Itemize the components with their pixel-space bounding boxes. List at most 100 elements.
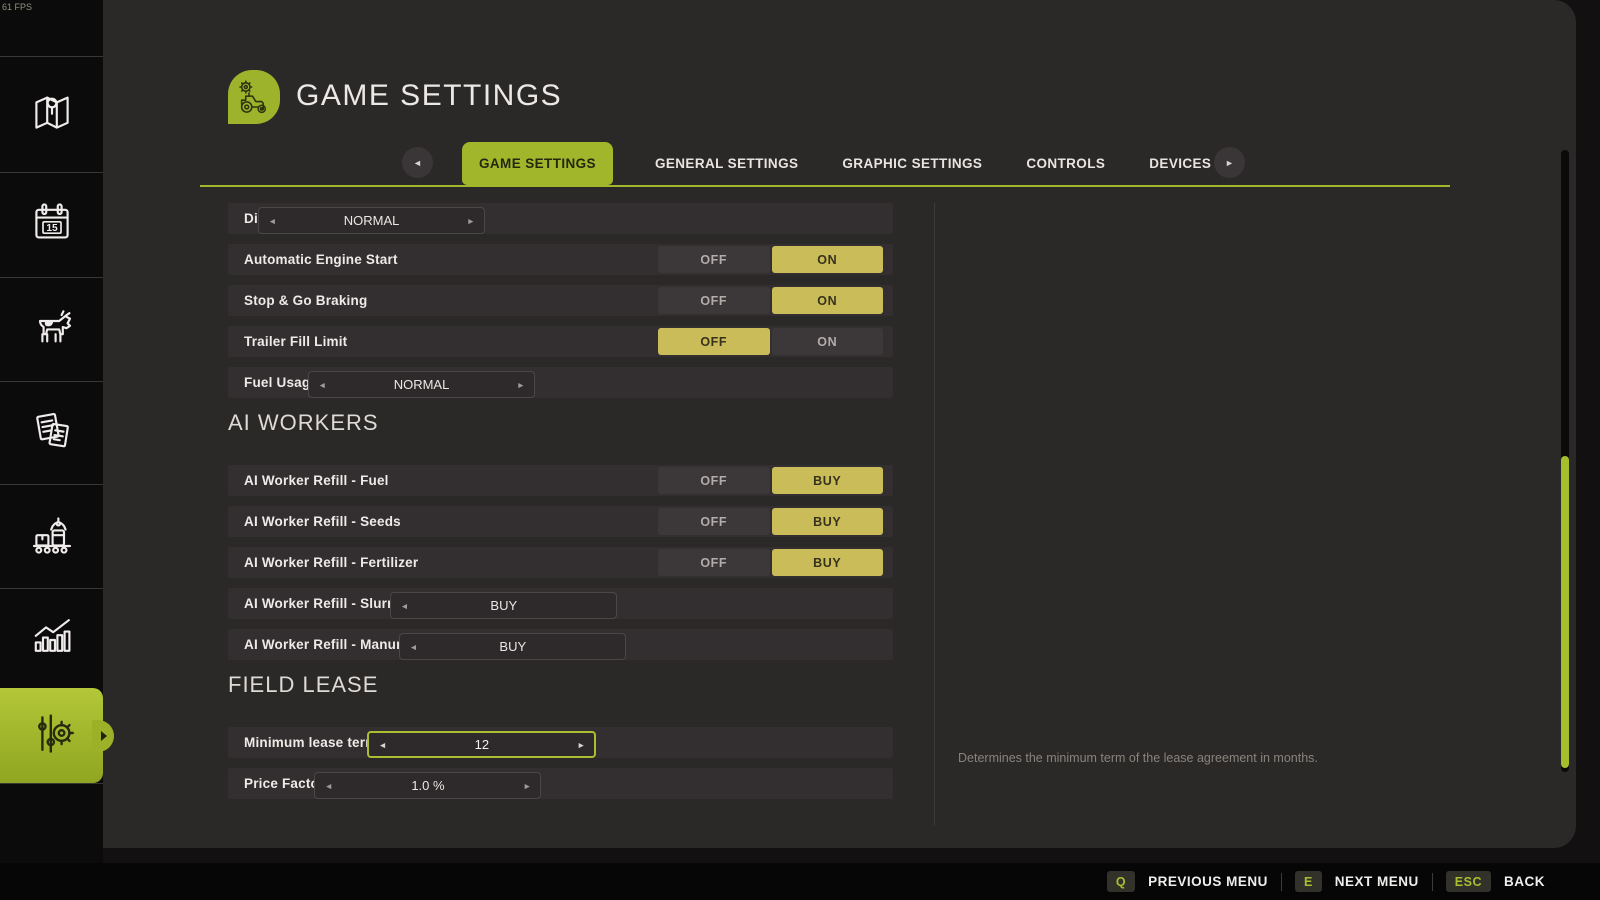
stepper-value: NORMAL xyxy=(393,377,450,392)
stepper-value: BUY xyxy=(490,598,518,613)
sidebar-item-production[interactable] xyxy=(0,485,103,588)
setting-label: Minimum lease term xyxy=(244,735,378,750)
stepper-left-arrow-icon[interactable]: ◄ xyxy=(409,634,417,659)
tabs-scroll-right-button[interactable]: ► xyxy=(1214,147,1245,178)
cow-icon xyxy=(28,303,76,356)
setting-label: Fuel Usage xyxy=(244,375,319,390)
footer-separator xyxy=(1280,872,1282,891)
key-badge-q: Q xyxy=(1106,871,1136,892)
settings-list: Dirt ◄ NORMAL ► Automatic Engine Start OFF ON S… xyxy=(228,203,893,809)
section-heading-ai-workers: AI WORKERS xyxy=(228,410,379,435)
sidebar-item-contracts[interactable] xyxy=(0,382,103,484)
right-triangle-icon xyxy=(101,730,107,741)
documents-icon xyxy=(28,407,76,460)
setting-label: Price Factor xyxy=(244,776,325,791)
stepper-left-arrow-icon[interactable]: ◄ xyxy=(318,372,326,397)
toggle-option-off[interactable]: OFF xyxy=(658,508,770,535)
stepper-right-arrow-icon[interactable]: ► xyxy=(523,773,531,798)
stepper-minimum-lease-term[interactable]: ◄ 12 ► xyxy=(367,731,597,758)
stepper-ai-worker-refill-manure[interactable]: ◄ BUY xyxy=(399,633,627,660)
sidebar-divider xyxy=(0,783,103,784)
setting-label: AI Worker Refill - Slurry xyxy=(244,596,401,611)
toggle-option-off[interactable]: OFF xyxy=(658,328,770,355)
stepper-value: 1.0 % xyxy=(411,778,445,793)
toggle-automatic-engine-start: OFF ON xyxy=(658,246,883,273)
section-heading-field-lease: FIELD LEASE xyxy=(228,672,379,697)
stepper-value: 12 xyxy=(474,737,490,752)
toggle-stop-go-braking: OFF ON xyxy=(658,287,883,314)
footer-action-bar: Q PREVIOUS MENU E NEXT MENU ESC BACK xyxy=(0,863,1600,900)
fps-counter: 61 FPS xyxy=(2,2,33,12)
footer-action-previous-menu[interactable]: PREVIOUS MENU xyxy=(1148,874,1268,889)
setting-row-ai-worker-refill-seeds: AI Worker Refill - Seeds OFF BUY xyxy=(228,506,893,537)
stepper-fuel-usage[interactable]: ◄ NORMAL ► xyxy=(308,371,536,398)
toggle-option-off[interactable]: OFF xyxy=(658,246,770,273)
tab-general-settings[interactable]: GENERAL SETTINGS xyxy=(653,142,800,185)
toggle-option-off[interactable]: OFF xyxy=(658,287,770,314)
footer-action-next-menu[interactable]: NEXT MENU xyxy=(1335,874,1419,889)
setting-row-stop-go-braking: Stop & Go Braking OFF ON xyxy=(228,285,893,316)
setting-label: AI Worker Refill - Manure xyxy=(244,637,410,652)
sidebar-item-map[interactable] xyxy=(0,57,103,172)
production-icon xyxy=(28,510,76,563)
setting-label: Automatic Engine Start xyxy=(244,252,398,267)
map-icon xyxy=(28,88,76,141)
toggle-option-on[interactable]: ON xyxy=(771,328,883,355)
key-badge-esc: ESC xyxy=(1445,871,1491,892)
toggle-ai-worker-refill-seeds: OFF BUY xyxy=(658,508,883,535)
toggle-ai-worker-refill-fertilizer: OFF BUY xyxy=(658,549,883,576)
setting-row-ai-worker-refill-slurry: AI Worker Refill - Slurry ◄ BUY xyxy=(228,588,893,619)
tab-controls[interactable]: CONTROLS xyxy=(1024,142,1107,185)
sidebar-item-animals[interactable] xyxy=(0,278,103,381)
setting-row-minimum-lease-term: Minimum lease term ◄ 12 ► xyxy=(228,727,893,758)
stepper-left-arrow-icon[interactable]: ◄ xyxy=(400,593,408,618)
toggle-option-off[interactable]: OFF xyxy=(658,549,770,576)
setting-row-price-factor: Price Factor ◄ 1.0 % ► xyxy=(228,768,893,799)
tab-devices[interactable]: DEVICES xyxy=(1147,142,1213,185)
statistics-icon xyxy=(28,610,76,663)
tab-game-settings[interactable]: GAME SETTINGS xyxy=(462,142,613,185)
stepper-left-arrow-icon[interactable]: ◄ xyxy=(324,773,332,798)
game-settings-screen: 61 FPS 15 GAME SETTINGS ◄ GAME SETTINGS … xyxy=(0,0,1600,900)
footer-action-back[interactable]: BACK xyxy=(1504,874,1545,889)
stepper-right-arrow-icon[interactable]: ► xyxy=(467,208,475,233)
toggle-option-buy[interactable]: BUY xyxy=(771,508,883,535)
key-badge-e: E xyxy=(1294,871,1322,892)
scrollbar-thumb[interactable] xyxy=(1561,456,1569,768)
setting-row-dirt: Dirt ◄ NORMAL ► xyxy=(228,203,893,234)
stepper-ai-worker-refill-slurry[interactable]: ◄ BUY xyxy=(390,592,618,619)
toggle-option-off[interactable]: OFF xyxy=(658,467,770,494)
setting-row-ai-worker-refill-fuel: AI Worker Refill - Fuel OFF BUY xyxy=(228,465,893,496)
stepper-left-arrow-icon[interactable]: ◄ xyxy=(378,733,386,756)
sidebar: 15 xyxy=(0,0,114,900)
stepper-right-arrow-icon[interactable]: ► xyxy=(577,733,585,756)
tabs-scroll-left-button[interactable]: ◄ xyxy=(402,147,433,178)
setting-row-ai-worker-refill-manure: AI Worker Refill - Manure ◄ BUY xyxy=(228,629,893,660)
stepper-left-arrow-icon[interactable]: ◄ xyxy=(268,208,276,233)
setting-label: Stop & Go Braking xyxy=(244,293,368,308)
calendar-icon: 15 xyxy=(28,199,76,252)
toggle-option-on[interactable]: ON xyxy=(771,246,883,273)
stepper-dirt[interactable]: ◄ NORMAL ► xyxy=(258,207,486,234)
sidebar-item-calendar[interactable]: 15 xyxy=(0,173,103,277)
settings-sliders-gear-icon xyxy=(28,709,76,762)
page-title: GAME SETTINGS xyxy=(296,79,563,112)
sidebar-item-settings[interactable] xyxy=(0,688,114,783)
stepper-right-arrow-icon[interactable]: ► xyxy=(517,372,525,397)
scrollbar-track[interactable] xyxy=(1561,150,1569,772)
setting-label: Trailer Fill Limit xyxy=(244,334,348,349)
tab-bar: GAME SETTINGS GENERAL SETTINGS GRAPHIC SET… xyxy=(462,142,1213,185)
stepper-value: NORMAL xyxy=(343,213,400,228)
toggle-ai-worker-refill-fuel: OFF BUY xyxy=(658,467,883,494)
tab-graphic-settings[interactable]: GRAPHIC SETTINGS xyxy=(840,142,984,185)
toggle-option-buy[interactable]: BUY xyxy=(771,467,883,494)
svg-text:15: 15 xyxy=(46,222,58,233)
stepper-price-factor[interactable]: ◄ 1.0 % ► xyxy=(314,772,542,799)
game-settings-blob-icon xyxy=(228,70,280,124)
setting-row-automatic-engine-start: Automatic Engine Start OFF ON xyxy=(228,244,893,275)
sidebar-item-statistics[interactable] xyxy=(0,589,103,683)
stepper-value: BUY xyxy=(499,639,527,654)
help-divider xyxy=(934,203,935,825)
toggle-option-buy[interactable]: BUY xyxy=(771,549,883,576)
toggle-option-on[interactable]: ON xyxy=(771,287,883,314)
